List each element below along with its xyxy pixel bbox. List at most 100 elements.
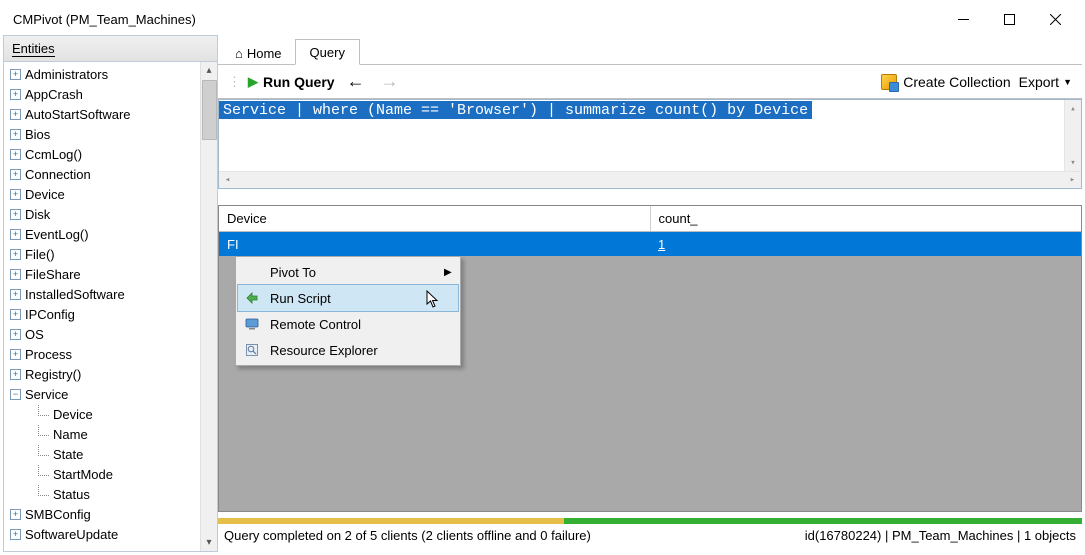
expand-icon[interactable]: +: [10, 189, 21, 200]
expand-icon[interactable]: +: [10, 109, 21, 120]
menu-run-script-label: Run Script: [270, 291, 444, 306]
close-button[interactable]: [1032, 3, 1078, 35]
tree-item[interactable]: +Administrators: [8, 64, 200, 84]
collapse-icon[interactable]: −: [10, 389, 21, 400]
scroll-up-icon[interactable]: ▴: [1065, 100, 1081, 117]
column-header-device[interactable]: Device: [219, 206, 651, 231]
expand-icon[interactable]: +: [10, 129, 21, 140]
tree-item[interactable]: + FileShare: [8, 264, 200, 284]
app-window: CMPivot (PM_Team_Machines) Entities +Adm…: [0, 0, 1085, 555]
tree-item-label: AutoStartSoftware: [25, 107, 131, 122]
expand-icon[interactable]: +: [10, 269, 21, 280]
editor-vscrollbar[interactable]: ▴ ▾: [1064, 100, 1081, 171]
menu-remote-control[interactable]: Remote Control: [238, 311, 458, 337]
scroll-right-icon[interactable]: ▸: [1064, 175, 1081, 185]
minimize-button[interactable]: [940, 3, 986, 35]
forward-button[interactable]: →: [377, 71, 403, 92]
tree-item[interactable]: + AppCrash: [8, 84, 200, 104]
tree-item[interactable]: +OS: [8, 324, 200, 344]
tree-item[interactable]: + IPConfig: [8, 304, 200, 324]
expand-icon[interactable]: +: [10, 529, 21, 540]
tree-subitem-label: Name: [53, 427, 88, 442]
tree-item[interactable]: + SoftwareUpdate: [8, 524, 200, 544]
run-query-label: Run Query: [263, 74, 335, 90]
scroll-left-icon[interactable]: ◂: [219, 175, 236, 185]
tree-item[interactable]: −Service: [8, 384, 200, 404]
scroll-up-icon[interactable]: ▴: [201, 62, 217, 79]
tree-item-label: FileShare: [25, 267, 81, 282]
entities-sidebar: Entities +Administrators+AppCrash+AutoSt…: [3, 35, 218, 552]
expand-icon[interactable]: +: [10, 209, 21, 220]
menu-resource-explorer[interactable]: Resource Explorer: [238, 337, 458, 363]
status-details: id(16780224) | PM_Team_Machines | 1 obje…: [805, 528, 1076, 543]
create-collection-icon: [881, 74, 897, 90]
create-collection-button[interactable]: Create Collection: [881, 74, 1010, 90]
expand-icon[interactable]: +: [10, 329, 21, 340]
column-header-count[interactable]: count_: [651, 206, 1082, 231]
toolbar: ⋮ ▶ Run Query ← → Create Collection Expo…: [218, 65, 1082, 99]
create-collection-label: Create Collection: [903, 74, 1010, 90]
maximize-button[interactable]: [986, 3, 1032, 35]
tree-item[interactable]: +File(): [8, 244, 200, 264]
editor-hscrollbar[interactable]: ◂ ▸: [219, 171, 1081, 188]
menu-run-script[interactable]: Run Script: [238, 285, 458, 311]
menu-pivot-label: Pivot To: [270, 265, 444, 280]
entities-tree[interactable]: +Administrators+AppCrash+AutoStartSoftwa…: [4, 62, 200, 551]
count-link[interactable]: 1: [658, 237, 665, 252]
expand-icon[interactable]: +: [10, 509, 21, 520]
back-button[interactable]: ←: [343, 71, 369, 92]
expand-icon[interactable]: +: [10, 229, 21, 240]
home-label: Home: [247, 46, 282, 61]
export-button[interactable]: Export ▼: [1019, 74, 1072, 90]
expand-icon[interactable]: +: [10, 369, 21, 380]
cell-count: 1: [650, 234, 1081, 255]
run-query-button[interactable]: ▶ Run Query: [248, 74, 335, 90]
tree-item[interactable]: +Disk: [8, 204, 200, 224]
scroll-down-icon[interactable]: ▾: [1065, 154, 1081, 171]
home-tab[interactable]: ⌂ Home: [224, 40, 293, 65]
scroll-down-icon[interactable]: ▾: [201, 534, 217, 551]
scroll-thumb[interactable]: [202, 80, 217, 140]
tree-item[interactable]: +Bios: [8, 124, 200, 144]
cell-device: FI: [219, 234, 650, 255]
tree-item-label: AppCrash: [25, 87, 83, 102]
tree-item[interactable]: +Connection: [8, 164, 200, 184]
tree-item-label: SoftwareUpdate: [25, 527, 118, 542]
tree-subitem-label: Device: [53, 407, 93, 422]
expand-icon[interactable]: +: [10, 169, 21, 180]
tree-item-label: Device: [25, 187, 65, 202]
tree-item-label: EventLog(): [25, 227, 89, 242]
tree-subitem[interactable]: State: [36, 444, 200, 464]
status-bar: Query completed on 2 of 5 clients (2 cli…: [218, 512, 1082, 552]
tree-item[interactable]: + EventLog(): [8, 224, 200, 244]
tree-item[interactable]: + AutoStartSoftware: [8, 104, 200, 124]
tree-subitem-label: StartMode: [53, 467, 113, 482]
tree-item[interactable]: +Process: [8, 344, 200, 364]
tree-subitem[interactable]: Status: [36, 484, 200, 504]
tree-item[interactable]: +InstalledSoftware: [8, 284, 200, 304]
query-editor[interactable]: Service | where (Name == 'Browser') | su…: [218, 99, 1082, 189]
expand-icon[interactable]: +: [10, 309, 21, 320]
expand-icon[interactable]: +: [10, 149, 21, 160]
table-row[interactable]: FI 1: [219, 232, 1081, 256]
tree-subitem[interactable]: Device: [36, 404, 200, 424]
sidebar-scrollbar[interactable]: ▴ ▾: [200, 62, 217, 551]
expand-icon[interactable]: +: [10, 69, 21, 80]
expand-icon[interactable]: +: [10, 289, 21, 300]
menu-pivot-to[interactable]: Pivot To ▶: [238, 259, 458, 285]
tree-item[interactable]: +SMBConfig: [8, 504, 200, 524]
expand-icon[interactable]: +: [10, 249, 21, 260]
tree-item-label: IPConfig: [25, 307, 75, 322]
dropdown-caret-icon: ▼: [1063, 77, 1072, 87]
tree-item[interactable]: +Registry(): [8, 364, 200, 384]
tree-item[interactable]: +CcmLog(): [8, 144, 200, 164]
query-tab[interactable]: Query: [295, 39, 360, 65]
tree-subitem[interactable]: Name: [36, 424, 200, 444]
expand-icon[interactable]: +: [10, 349, 21, 360]
status-message: Query completed on 2 of 5 clients (2 cli…: [224, 528, 805, 543]
tree-item[interactable]: + Device: [8, 184, 200, 204]
expand-icon[interactable]: +: [10, 89, 21, 100]
tree-subitem[interactable]: StartMode: [36, 464, 200, 484]
tree-subitem-label: Status: [53, 487, 90, 502]
main-area: ⌂ Home Query ⋮ ▶ Run Query ← → Create: [218, 35, 1082, 552]
